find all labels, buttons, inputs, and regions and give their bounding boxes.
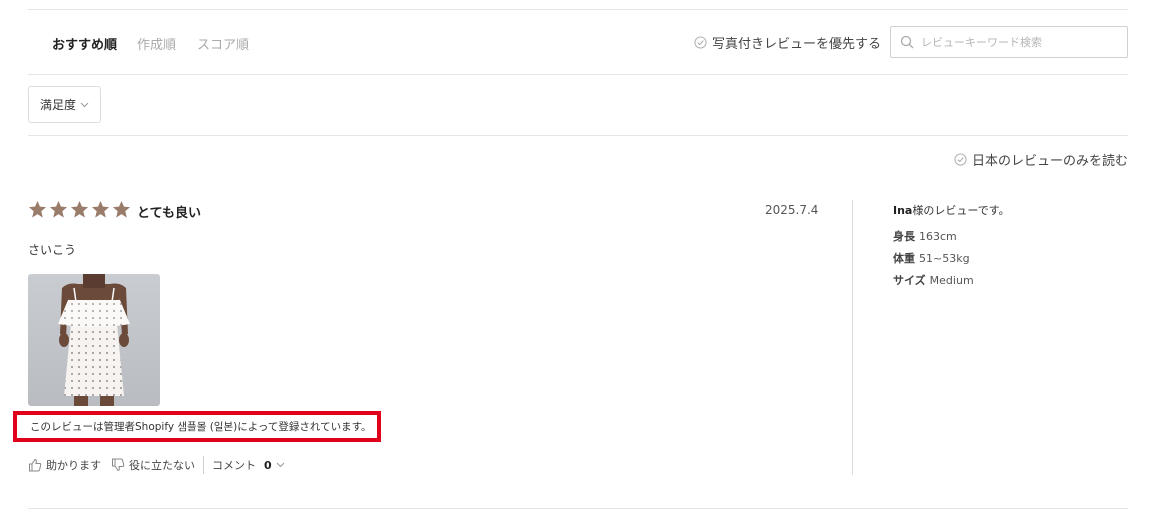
star-rating [28,200,131,219]
review-photo[interactable] [28,274,160,406]
star-icon [28,200,47,218]
attr-label: 身長 [893,230,915,243]
photo-priority-label: 写真付きレビューを優先する [712,37,882,52]
reviewer-height: 身長 163cm [893,228,957,244]
comment-toggle[interactable]: コメント 0 [212,457,285,473]
thumbs-up-icon [29,458,42,472]
star-icon [49,200,68,218]
satisfaction-filter-dropdown[interactable]: 満足度 [28,86,101,123]
reviewer-weight: 体重 51~53kg [893,250,970,266]
rating-label: とても良い [137,206,201,221]
satisfaction-filter-label: 満足度 [39,98,76,112]
reviewer-title-suffix: 様のレビューです。 [912,204,1010,217]
chevron-down-icon [80,102,89,107]
thumbs-down-icon [112,458,125,472]
bottom-divider [28,508,1128,509]
reviewer-title: Ina様のレビューです。 [893,202,1010,218]
not-helpful-button[interactable]: 役に立たない [111,457,195,473]
attr-label: 体重 [893,252,915,265]
star-icon [112,200,131,218]
review-search-box[interactable] [890,26,1128,58]
sort-tab-recommended[interactable]: おすすめ順 [52,34,117,53]
sort-divider [28,74,1128,75]
check-circle-icon [954,153,967,166]
review-body: さいこう [28,243,77,257]
attr-value: 51~53kg [919,252,970,265]
not-helpful-label: 役に立たない [129,459,195,472]
review-vertical-divider [852,200,853,475]
review-actions: 助かります 役に立たない コメント 0 [28,456,285,474]
sort-tab-score[interactable]: スコア順 [197,34,249,53]
helpful-button[interactable]: 助かります [28,457,101,473]
dress-photo-image [28,274,160,406]
comment-label: コメント [212,459,256,472]
star-icon [70,200,89,218]
helpful-label: 助かります [46,459,101,472]
reviewer-size: サイズ Medium [893,272,974,288]
attr-value: Medium [929,274,974,287]
attr-label: サイズ [893,274,926,287]
check-circle-icon [694,36,707,49]
comment-count: 0 [264,458,272,472]
actions-separator [203,456,204,474]
japan-only-toggle[interactable]: 日本のレビューのみを読む [954,150,1128,169]
filter-divider [28,135,1128,136]
review-date: 2025.7.4 [765,203,819,217]
sort-tab-created[interactable]: 作成順 [137,34,176,53]
search-icon [900,35,914,49]
reviewer-name: Ina [893,204,913,217]
admin-registered-note: このレビューは管理者Shopify 샘플몰 (일본)によって登録されています。 [13,411,381,442]
search-input[interactable] [921,35,1121,49]
star-icon [91,200,110,218]
attr-value: 163cm [919,230,957,243]
top-divider [28,9,1128,10]
chevron-down-icon [276,462,285,468]
photo-priority-toggle[interactable]: 写真付きレビューを優先する [694,33,881,52]
japan-only-label: 日本のレビューのみを読む [971,154,1128,169]
